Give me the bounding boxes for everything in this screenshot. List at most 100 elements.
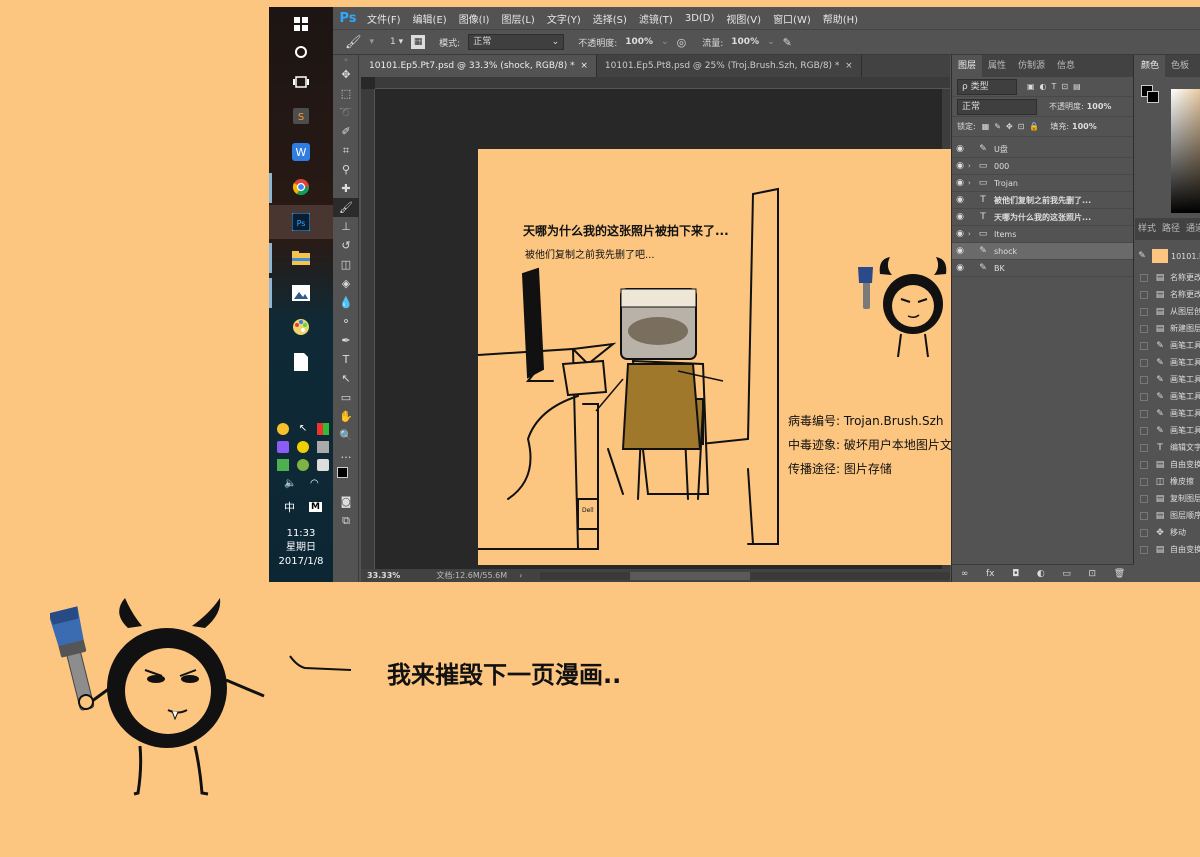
zoom-level[interactable]: 33.33%	[367, 571, 400, 580]
history-checkbox[interactable]	[1140, 409, 1148, 418]
blend-mode-select[interactable]: 正常	[957, 98, 1037, 115]
zoom-tool-icon[interactable]: 🔍	[333, 426, 359, 445]
eraser-tool-icon[interactable]: ◫	[333, 255, 359, 274]
paint-bucket-icon[interactable]: ◈	[333, 274, 359, 293]
history-checkbox[interactable]	[1140, 358, 1148, 367]
mode-select[interactable]: 正常 ⌄	[468, 34, 565, 50]
history-checkbox[interactable]	[1140, 273, 1148, 282]
crop-tool-icon[interactable]: ⌗	[333, 141, 359, 160]
close-icon[interactable]: ×	[580, 61, 588, 71]
panel-background-color[interactable]	[1147, 91, 1159, 103]
ime-mode[interactable]: M	[309, 502, 322, 512]
filter-icons[interactable]: ▣◐T⊡▤	[1027, 82, 1086, 91]
history-snapshot[interactable]: ✎ 10101.Ep5.P	[1135, 244, 1200, 268]
tab-color[interactable]: 颜色	[1135, 55, 1166, 77]
menu-layer[interactable]: 图层(L)	[501, 11, 534, 26]
ime-indicator[interactable]: 中	[284, 499, 295, 515]
layer-opacity-value[interactable]: 100%	[1087, 102, 1112, 111]
tab-ep5-pt8[interactable]: 10101.Ep5.Pt8.psd @ 25% (Troj.Brush.Szh,…	[597, 55, 862, 77]
fill-value[interactable]: 100%	[1072, 122, 1097, 131]
status-arrow-icon[interactable]: ›	[519, 571, 522, 580]
flow-value[interactable]: 100%	[731, 37, 759, 47]
history-item[interactable]: ✎ 画笔工具	[1135, 422, 1200, 439]
airbrush-icon[interactable]: ✎	[783, 36, 792, 49]
menu-select[interactable]: 选择(S)	[593, 11, 627, 26]
history-checkbox[interactable]	[1140, 341, 1148, 350]
layer-row[interactable]: ◉ › ▭ Items	[952, 226, 1133, 243]
trash-icon[interactable]: 🗑	[1114, 569, 1125, 579]
history-item[interactable]: ✥ 移动	[1135, 524, 1200, 541]
history-checkbox[interactable]	[1140, 494, 1148, 503]
battery-icon[interactable]	[317, 459, 329, 471]
history-item[interactable]: ▤ 新建图层	[1135, 320, 1200, 337]
taskbar-app-notepad[interactable]	[269, 345, 333, 379]
layer-row[interactable]: ◉ › ▭ 000	[952, 158, 1133, 175]
layer-filter-select[interactable]: ρ 类型	[957, 78, 1017, 95]
expand-chevron-icon[interactable]: ›	[968, 162, 976, 170]
tab-layers[interactable]: 图层	[952, 55, 983, 77]
history-checkbox[interactable]	[1140, 477, 1148, 486]
history-item[interactable]: T 编辑文字图层	[1135, 439, 1200, 456]
dodge-tool-icon[interactable]: ⚬	[333, 312, 359, 331]
pressure-opacity-icon[interactable]: ◎	[677, 36, 687, 49]
shape-tool-icon[interactable]: ▭	[333, 388, 359, 407]
adjustment-icon[interactable]: ◐	[1037, 569, 1045, 579]
taskbar-app-sublime[interactable]: S	[269, 99, 333, 133]
layer-row[interactable]: ◉ › ▭ Trojan	[952, 175, 1133, 192]
document-canvas[interactable]: 天哪为什么我的这张照片被拍下来了... 被他们复制之前我先删了吧... 病毒编号…	[478, 149, 974, 565]
menu-image[interactable]: 图像(I)	[459, 11, 490, 26]
quick-mask-icon[interactable]: ◙	[333, 492, 359, 511]
color-swatches[interactable]	[333, 464, 359, 492]
menu-type[interactable]: 文字(Y)	[547, 11, 581, 26]
visibility-eye-icon[interactable]: ◉	[952, 212, 968, 222]
chat-icon[interactable]	[297, 441, 309, 453]
visibility-eye-icon[interactable]: ◉	[952, 263, 968, 273]
taskbar-app-paint[interactable]	[269, 310, 333, 344]
screen-mode-icon[interactable]: ⧉	[333, 511, 359, 530]
scroll-thumb[interactable]	[630, 571, 751, 580]
group-icon[interactable]: ▭	[1062, 569, 1071, 579]
fx-icon[interactable]: fx	[986, 569, 995, 579]
history-checkbox[interactable]	[1140, 324, 1148, 333]
emoji-icon[interactable]	[277, 423, 289, 435]
opacity-chevron-icon[interactable]: ⌄	[661, 37, 669, 47]
visibility-eye-icon[interactable]: ◉	[952, 229, 968, 239]
tab-clone-source[interactable]: 仿制源	[1012, 55, 1051, 77]
tab-paths[interactable]: 路径	[1159, 218, 1183, 240]
cursor-icon[interactable]: ↖	[297, 423, 309, 435]
lasso-tool-icon[interactable]: ➰	[333, 103, 359, 122]
color-picker-field[interactable]	[1171, 89, 1200, 213]
history-checkbox[interactable]	[1140, 290, 1148, 299]
brush-size-picker[interactable]: 1 ▾	[390, 37, 403, 47]
path-select-icon[interactable]: ↖	[333, 369, 359, 388]
app-grid-icon[interactable]	[317, 423, 329, 435]
layer-row[interactable]: ◉ ✎ BK	[952, 260, 1133, 277]
opacity-value[interactable]: 100%	[625, 37, 653, 47]
eyedropper-tool-icon[interactable]: ⚲	[333, 160, 359, 179]
visibility-eye-icon[interactable]: ◉	[952, 178, 968, 188]
history-item[interactable]: ▤ 复制图层	[1135, 490, 1200, 507]
visibility-eye-icon[interactable]: ◉	[952, 144, 968, 154]
stamp-tool-icon[interactable]: ⊥	[333, 217, 359, 236]
history-item[interactable]: ✎ 画笔工具	[1135, 337, 1200, 354]
history-checkbox[interactable]	[1140, 375, 1148, 384]
monitor-icon[interactable]	[317, 441, 329, 453]
settings-tray-icon[interactable]	[297, 459, 309, 471]
brush-panel-icon[interactable]: ▦	[411, 35, 426, 49]
tab-channels[interactable]: 通道	[1183, 218, 1200, 240]
brush-tool-icon[interactable]: 🖌	[333, 198, 359, 217]
move-tool-icon[interactable]: ✥	[333, 65, 359, 84]
history-item[interactable]: ✎ 画笔工具	[1135, 354, 1200, 371]
layer-row[interactable]: ◉ ✎ shock	[952, 243, 1133, 260]
menu-3d[interactable]: 3D(D)	[685, 13, 715, 24]
history-checkbox[interactable]	[1140, 528, 1148, 537]
tab-properties[interactable]: 属性	[982, 55, 1012, 77]
expand-chevron-icon[interactable]: ›	[968, 230, 976, 238]
link-layers-icon[interactable]: ∞	[961, 569, 969, 579]
history-item[interactable]: ▤ 名称更改	[1135, 269, 1200, 286]
taskbar-app-explorer[interactable]	[269, 241, 333, 275]
taskbar-app-chrome[interactable]	[269, 170, 333, 204]
taskbar-app-wps[interactable]: W	[269, 135, 333, 169]
task-view-button[interactable]	[269, 65, 333, 99]
visibility-eye-icon[interactable]: ◉	[952, 161, 968, 171]
